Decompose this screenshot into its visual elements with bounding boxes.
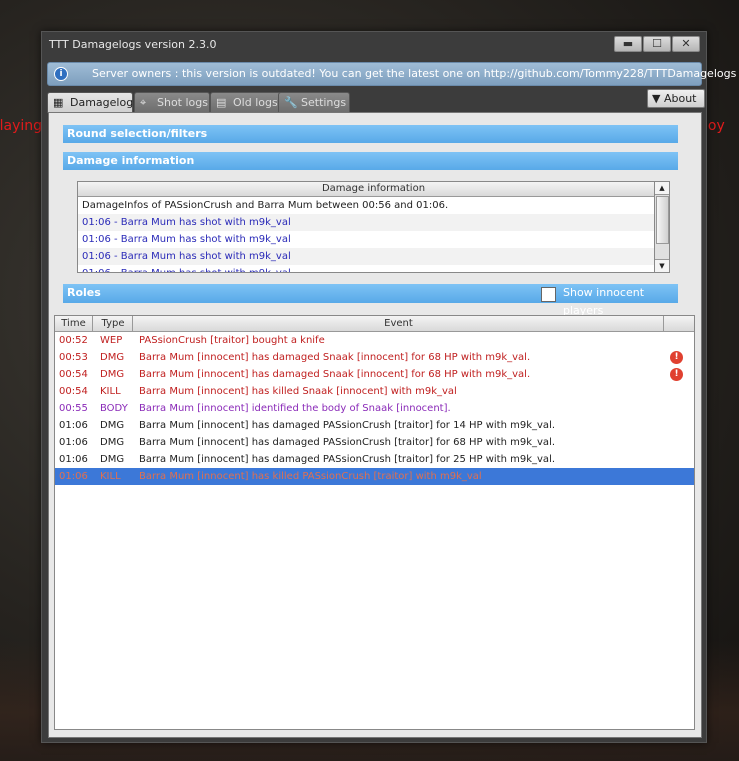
row-event: Barra Mum [innocent] has damaged Snaak [… [139,369,531,380]
alert-icon[interactable]: ! [670,351,683,364]
tab-old-logs-label: Old logs [233,96,278,109]
tab-damagelog[interactable]: ▦ Damagelog [47,92,133,113]
damage-info-column-header: Damage information [78,182,669,197]
row-time: 01:06 [59,437,88,448]
tab-damagelog-label: Damagelog [70,96,134,109]
damage-info-line[interactable]: 01:06 - Barra Mum has shot with m9k_val [78,265,669,272]
row-time: 00:53 [59,352,88,363]
close-button[interactable]: ✕ [672,36,700,52]
column-time[interactable]: Time [55,316,93,331]
crosshair-icon: ⌖ [140,96,147,109]
row-time: 01:06 [59,420,88,431]
table-row[interactable]: 01:06 DMG Barra Mum [innocent] has damaged… [55,417,694,434]
down-triangle-icon: ▼ [652,92,661,105]
damage-information-header[interactable]: Damage information [63,152,678,170]
table-row[interactable]: 01:06 DMG Barra Mum [innocent] has damaged… [55,451,694,468]
row-event: Barra Mum [innocent] has damaged Snaak [… [139,352,531,363]
row-type: DMG [100,352,125,363]
info-icon: i [54,67,68,81]
row-event: PASsionCrush [traitor] bought a knife [139,335,325,346]
row-time: 00:52 [59,335,88,346]
table-row[interactable]: 00:54 DMG Barra Mum [innocent] has damaged… [55,366,694,383]
table-row[interactable]: 01:06 KILL Barra Mum [innocent] has killed… [55,468,694,485]
outdated-info-bar: i Server owners : this version is outdat… [47,62,736,86]
show-innocent-checkbox[interactable] [541,287,556,302]
damage-info-scrollbar[interactable]: ▲ ▼ [654,181,670,273]
background-text-left: laying [0,118,42,134]
title-bar[interactable]: TTT Damagelogs version 2.3.0 ▬ ☐ ✕ [42,32,706,56]
damage-info-line[interactable]: 01:06 - Barra Mum has shot with m9k_val [78,214,669,231]
event-log-header: Time Type Event [55,316,694,332]
damagelog-panel: Round selection/filters Damage informati… [48,112,702,738]
damagelogs-window: TTT Damagelogs version 2.3.0 ▬ ☐ ✕ i Ser… [41,31,736,743]
table-row[interactable]: 01:06 DMG Barra Mum [innocent] has damaged… [55,434,694,451]
maximize-button[interactable]: ☐ [643,36,671,52]
about-label: About [663,92,697,105]
tab-settings-label: Settings [301,96,347,109]
table-row[interactable]: 00:53 DMG Barra Mum [innocent] has damaged… [55,349,694,366]
scroll-down-arrow-icon[interactable]: ▼ [655,259,669,272]
row-type: KILL [100,471,121,482]
scroll-up-arrow-icon[interactable]: ▲ [655,182,669,195]
column-extra[interactable] [665,316,693,331]
row-event: Barra Mum [innocent] has killed PASsionC… [139,471,482,482]
row-time: 00:54 [59,386,88,397]
tab-shot-logs-label: Shot logs [157,96,208,109]
round-selection-header[interactable]: Round selection/filters [63,125,678,143]
table-row[interactable]: 00:54 KILL Barra Mum [innocent] has killed… [55,383,694,400]
row-time: 01:06 [59,454,88,465]
tab-old-logs[interactable]: ▤ Old logs [210,92,282,112]
alert-icon[interactable]: ! [670,368,683,381]
row-event: Barra Mum [innocent] identified the body… [139,403,451,414]
row-type: KILL [100,386,121,397]
scroll-thumb[interactable] [656,196,669,244]
event-log-rows: 00:52 WEP PASsionCrush [traitor] bought a … [55,332,694,485]
row-type: DMG [100,437,125,448]
background-text-right: joy [704,118,725,134]
row-time: 00:54 [59,369,88,380]
tab-shot-logs[interactable]: ⌖ Shot logs [134,92,210,112]
damage-info-line[interactable]: DamageInfos of PASsionCrush and Barra Mu… [78,197,669,214]
about-button[interactable]: ▼ About [647,89,705,108]
column-type[interactable]: Type [94,316,133,331]
event-log-table[interactable]: Time Type Event 00:52 WEP PASsionCrush [tr… [54,315,695,730]
minimize-button[interactable]: ▬ [614,36,642,52]
row-type: DMG [100,454,125,465]
row-time: 01:06 [59,471,88,482]
info-text: Server owners : this version is outdated… [92,67,737,80]
row-event: Barra Mum [innocent] has damaged PASsion… [139,420,556,431]
damage-info-line[interactable]: 01:06 - Barra Mum has shot with m9k_val [78,231,669,248]
row-event: Barra Mum [innocent] has damaged PASsion… [139,454,556,465]
roles-header[interactable]: Roles Show innocent players [63,284,678,317]
column-event[interactable]: Event [134,316,664,331]
row-event: Barra Mum [innocent] has killed Snaak [i… [139,386,457,397]
row-event: Barra Mum [innocent] has damaged PASsion… [139,437,556,448]
wrench-icon: 🔧 [284,96,298,109]
table-row[interactable]: 00:52 WEP PASsionCrush [traitor] bought a … [55,332,694,349]
window-title: TTT Damagelogs version 2.3.0 [49,38,217,51]
row-time: 00:55 [59,403,88,414]
damage-info-line[interactable]: 01:06 - Barra Mum has shot with m9k_val [78,248,669,265]
row-type: WEP [100,335,123,346]
table-row[interactable]: 00:55 BODY Barra Mum [innocent] identified… [55,400,694,417]
tab-settings[interactable]: 🔧 Settings [278,92,350,112]
calendar-icon: ▤ [216,96,227,109]
row-type: DMG [100,420,125,431]
table-icon: ▦ [53,96,64,109]
row-type: BODY [100,403,128,414]
row-type: DMG [100,369,125,380]
damage-information-list[interactable]: Damage information DamageInfos of PASsio… [77,181,670,273]
roles-label: Roles [67,286,101,299]
